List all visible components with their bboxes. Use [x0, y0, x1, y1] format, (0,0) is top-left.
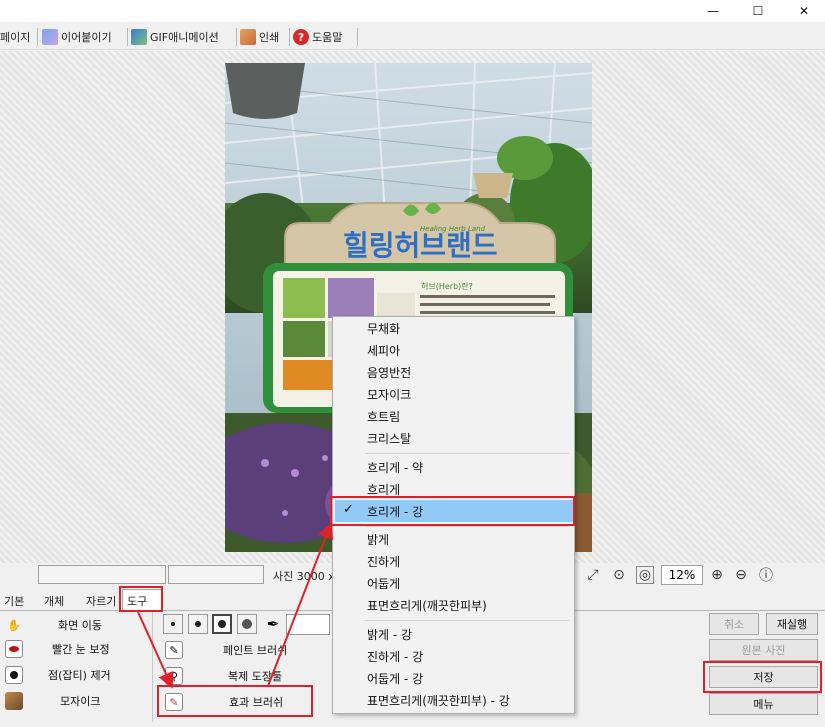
annotation-arrows	[137, 522, 334, 689]
